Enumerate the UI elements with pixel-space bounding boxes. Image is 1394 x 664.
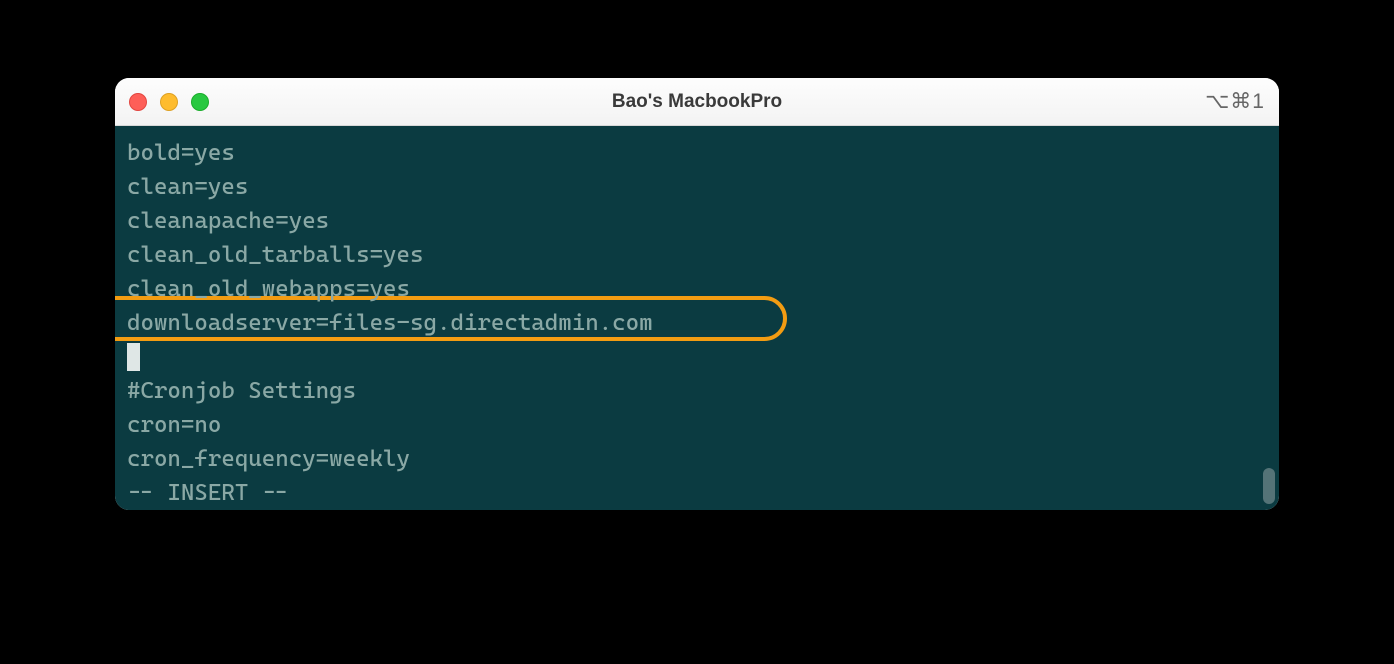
terminal-body[interactable]: bold=yes clean=yes cleanapache=yes clean… (115, 126, 1279, 510)
config-line: downloadserver=files-sg.directadmin.com (127, 306, 1267, 340)
config-line: clean_old_tarballs=yes (127, 238, 1267, 272)
cursor-icon (127, 343, 140, 371)
config-line: clean=yes (127, 170, 1267, 204)
traffic-lights (129, 93, 209, 111)
config-line: bold=yes (127, 136, 1267, 170)
editor-mode: -- INSERT -- (127, 476, 1267, 510)
config-line: #Cronjob Settings (127, 374, 1267, 408)
terminal-window: Bao's MacbookPro ⌥⌘1 bold=yes clean=yes … (115, 78, 1279, 510)
config-line: cron_frequency=weekly (127, 442, 1267, 476)
config-line: clean_old_webapps=yes (127, 272, 1267, 306)
title-bar: Bao's MacbookPro ⌥⌘1 (115, 78, 1279, 126)
config-line: cleanapache=yes (127, 204, 1267, 238)
config-line: cron=no (127, 408, 1267, 442)
minimize-button[interactable] (160, 93, 178, 111)
close-button[interactable] (129, 93, 147, 111)
window-shortcut: ⌥⌘1 (1205, 89, 1265, 114)
maximize-button[interactable] (191, 93, 209, 111)
window-title: Bao's MacbookPro (612, 91, 782, 113)
cursor-line (127, 340, 1267, 374)
